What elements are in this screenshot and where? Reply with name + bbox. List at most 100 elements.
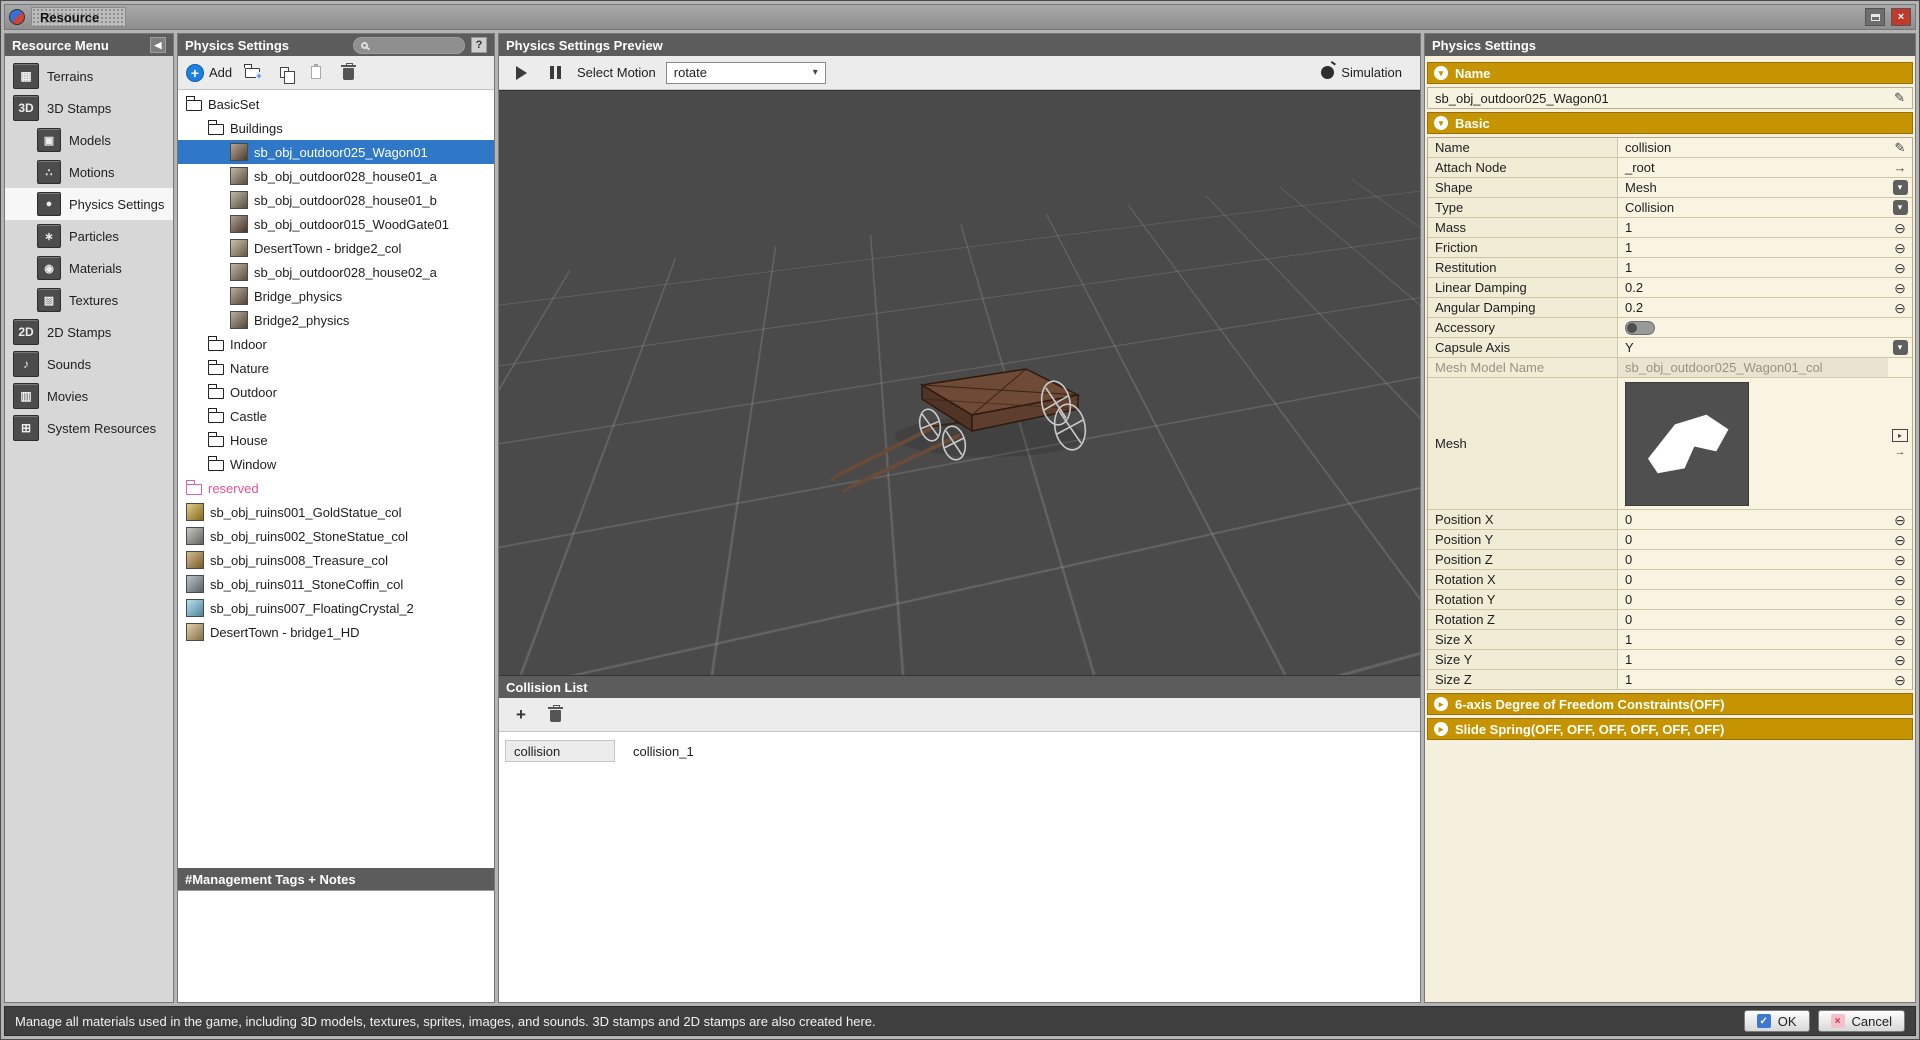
- add-collision-button[interactable]: +: [509, 703, 533, 727]
- copy-button[interactable]: [272, 61, 296, 85]
- 3d-viewport[interactable]: [499, 90, 1420, 676]
- tree-row-sb-obj-ruins007-floatingcrystal-2[interactable]: sb_obj_ruins007_FloatingCrystal_2: [178, 596, 494, 620]
- property-value[interactable]: 0: [1618, 590, 1888, 609]
- sidebar-item-models[interactable]: ▣Models: [5, 124, 173, 156]
- play-button[interactable]: [509, 61, 533, 85]
- value-slider-icon[interactable]: ⊖: [1894, 261, 1906, 275]
- property-value[interactable]: [1618, 378, 1888, 509]
- tree-row-deserttown-bridge2-col[interactable]: DesertTown - bridge2_col: [178, 236, 494, 260]
- property-value[interactable]: 0.2: [1618, 298, 1888, 317]
- tree-row-sb-obj-outdoor028-house01-b[interactable]: sb_obj_outdoor028_house01_b: [178, 188, 494, 212]
- tree-row-sb-obj-ruins002-stonestatue-col[interactable]: sb_obj_ruins002_StoneStatue_col: [178, 524, 494, 548]
- property-value[interactable]: 0: [1618, 610, 1888, 629]
- value-slider-icon[interactable]: ⊖: [1894, 281, 1906, 295]
- add-button[interactable]: + Add: [186, 64, 232, 82]
- tree-row-sb-obj-outdoor028-house02-a[interactable]: sb_obj_outdoor028_house02_a: [178, 260, 494, 284]
- search-input[interactable]: [353, 37, 465, 54]
- property-value[interactable]: 1: [1618, 670, 1888, 689]
- value-slider-icon[interactable]: ⊖: [1894, 533, 1906, 547]
- delete-collision-button[interactable]: [543, 703, 567, 727]
- pause-button[interactable]: [543, 61, 567, 85]
- property-value[interactable]: 0: [1618, 510, 1888, 529]
- property-value[interactable]: 0: [1618, 550, 1888, 569]
- value-slider-icon[interactable]: ⊖: [1894, 301, 1906, 315]
- paste-button[interactable]: [304, 61, 328, 85]
- value-slider-icon[interactable]: ⊖: [1894, 613, 1906, 627]
- cancel-button[interactable]: × Cancel: [1818, 1010, 1905, 1032]
- property-value[interactable]: Collision: [1618, 198, 1888, 217]
- new-folder-button[interactable]: +: [240, 61, 264, 85]
- value-slider-icon[interactable]: ⊖: [1894, 593, 1906, 607]
- dropdown-icon[interactable]: ▾: [1893, 340, 1908, 355]
- help-button[interactable]: ?: [471, 37, 487, 53]
- property-value[interactable]: 1: [1618, 258, 1888, 277]
- dropdown-icon[interactable]: ▾: [1893, 200, 1908, 215]
- mesh-link-icon[interactable]: →: [1895, 446, 1906, 458]
- property-value[interactable]: 0: [1618, 530, 1888, 549]
- tree-row-indoor[interactable]: Indoor: [178, 332, 494, 356]
- tree-row-bridge2-physics[interactable]: Bridge2_physics: [178, 308, 494, 332]
- dropdown-icon[interactable]: ▾: [1893, 180, 1908, 195]
- property-value[interactable]: 1: [1618, 218, 1888, 237]
- management-tags-notes-area[interactable]: [178, 890, 494, 1002]
- value-slider-icon[interactable]: ⊖: [1894, 553, 1906, 567]
- property-value[interactable]: 1: [1618, 630, 1888, 649]
- tree-row-nature[interactable]: Nature: [178, 356, 494, 380]
- sidebar-item-3d-stamps[interactable]: 3D3D Stamps: [5, 92, 173, 124]
- sidebar-item-sounds[interactable]: ♪Sounds: [5, 348, 173, 380]
- sidebar-item-movies[interactable]: ▥Movies: [5, 380, 173, 412]
- value-slider-icon[interactable]: ⊖: [1894, 513, 1906, 527]
- tree-row-basicset[interactable]: BasicSet: [178, 92, 494, 116]
- slide-spring-section-header[interactable]: ▸ Slide Spring(OFF, OFF, OFF, OFF, OFF, …: [1427, 718, 1913, 740]
- sidebar-item-particles[interactable]: ∗Particles: [5, 220, 173, 252]
- property-value[interactable]: collision: [1618, 138, 1888, 157]
- dof-section-header[interactable]: ▸ 6-axis Degree of Freedom Constraints(O…: [1427, 693, 1913, 715]
- edit-icon[interactable]: ✎: [1895, 140, 1906, 156]
- sidebar-item-motions[interactable]: ∴Motions: [5, 156, 173, 188]
- property-value[interactable]: _root: [1618, 158, 1888, 177]
- property-value[interactable]: Y: [1618, 338, 1888, 357]
- collision-name-cell[interactable]: collision: [505, 740, 615, 762]
- simulation-button[interactable]: Simulation: [1313, 62, 1410, 83]
- tree-row-castle[interactable]: Castle: [178, 404, 494, 428]
- tree-row-bridge-physics[interactable]: Bridge_physics: [178, 284, 494, 308]
- collapse-sidebar-button[interactable]: ◀: [150, 37, 166, 53]
- tree-row-window[interactable]: Window: [178, 452, 494, 476]
- sidebar-item-terrains[interactable]: ▦Terrains: [5, 60, 173, 92]
- value-slider-icon[interactable]: ⊖: [1894, 241, 1906, 255]
- tree-row-house[interactable]: House: [178, 428, 494, 452]
- property-value[interactable]: 1: [1618, 650, 1888, 669]
- tree-row-reserved[interactable]: reserved: [178, 476, 494, 500]
- sidebar-item-system-resources[interactable]: ⊞System Resources: [5, 412, 173, 444]
- value-slider-icon[interactable]: ⊖: [1894, 633, 1906, 647]
- sidebar-item-textures[interactable]: ▨Textures: [5, 284, 173, 316]
- basic-section-header[interactable]: ▾ Basic: [1427, 112, 1913, 134]
- accessory-toggle[interactable]: [1625, 321, 1655, 335]
- tree-row-sb-obj-outdoor028-house01-a[interactable]: sb_obj_outdoor028_house01_a: [178, 164, 494, 188]
- tree-row-sb-obj-outdoor025-wagon01[interactable]: sb_obj_outdoor025_Wagon01: [178, 140, 494, 164]
- tree-row-deserttown-bridge1-hd[interactable]: DesertTown - bridge1_HD: [178, 620, 494, 644]
- tree-row-sb-obj-ruins008-treasure-col[interactable]: sb_obj_ruins008_Treasure_col: [178, 548, 494, 572]
- tree-row-sb-obj-ruins001-goldstatue-col[interactable]: sb_obj_ruins001_GoldStatue_col: [178, 500, 494, 524]
- collision-list-row[interactable]: collisioncollision_1: [499, 738, 1420, 764]
- tree-row-outdoor[interactable]: Outdoor: [178, 380, 494, 404]
- export-mesh-icon[interactable]: ▸: [1892, 429, 1908, 442]
- tree-row-sb-obj-outdoor015-woodgate01[interactable]: sb_obj_outdoor015_WoodGate01: [178, 212, 494, 236]
- sidebar-item-physics-settings[interactable]: ●Physics Settings: [5, 188, 173, 220]
- property-value[interactable]: 0: [1618, 570, 1888, 589]
- delete-button[interactable]: [336, 61, 360, 85]
- close-window-button[interactable]: ×: [1891, 8, 1911, 26]
- property-value[interactable]: 0.2: [1618, 278, 1888, 297]
- tree-row-sb-obj-ruins011-stonecoffin-col[interactable]: sb_obj_ruins011_StoneCoffin_col: [178, 572, 494, 596]
- motion-dropdown[interactable]: rotate ▾: [666, 62, 826, 84]
- sidebar-item-materials[interactable]: ◉Materials: [5, 252, 173, 284]
- sidebar-item-2d-stamps[interactable]: 2D2D Stamps: [5, 316, 173, 348]
- name-section-header[interactable]: ▾ Name: [1427, 62, 1913, 84]
- ok-button[interactable]: ✓ OK: [1744, 1010, 1810, 1032]
- value-slider-icon[interactable]: ⊖: [1894, 673, 1906, 687]
- node-link-icon[interactable]: →: [1894, 160, 1907, 175]
- titlebar[interactable]: Resource ×: [4, 4, 1916, 30]
- property-value[interactable]: Mesh: [1618, 178, 1888, 197]
- tree-row-buildings[interactable]: Buildings: [178, 116, 494, 140]
- property-value[interactable]: [1618, 318, 1888, 337]
